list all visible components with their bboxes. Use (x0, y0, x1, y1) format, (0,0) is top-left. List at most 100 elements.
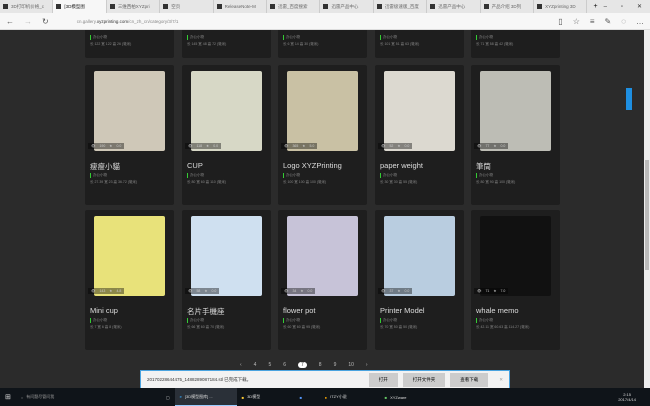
model-thumbnail[interactable] (94, 71, 165, 151)
model-card[interactable]: 办公小物长 6 宽 14 高 30 (毫米) (278, 30, 367, 58)
tab-favicon-icon (3, 4, 8, 9)
model-stats: 👁 52 ★ 0.0 (378, 143, 413, 149)
model-card[interactable]: 👁 365 ★ 5.0 Logo XYZPrinting 办公小物 长 100 宽 1… (278, 65, 367, 205)
model-card[interactable]: 👁 118 ★ 0.0 CUP 办公小物 长 80 宽 60 高 110 (毫米) (182, 65, 271, 205)
back-icon[interactable]: ← (6, 17, 14, 26)
page-link[interactable]: 6 (283, 362, 286, 368)
model-thumbnail[interactable] (480, 71, 551, 151)
refresh-icon[interactable]: ↻ (42, 17, 49, 26)
model-thumbnail[interactable] (287, 71, 358, 151)
model-stats: 👁 143 ★ 4.8 (88, 288, 125, 294)
tab-label: ReleaseNote-M (224, 4, 256, 9)
model-thumbnail[interactable] (480, 216, 551, 296)
model-card[interactable]: 办公小物长 101 宽 51 高 63 (毫米) (375, 30, 464, 58)
model-card[interactable]: 👁 77 ★ 0.0 筆筒 办公小物 长 80 宽 90 高 100 (毫米) (471, 65, 560, 205)
reading-view-icon[interactable]: ▯ (558, 17, 562, 26)
side-search-button[interactable] (626, 88, 632, 110)
page-link[interactable]: 7 (298, 362, 307, 368)
page-link[interactable]: 5 (268, 362, 271, 368)
taskbar-app-folder[interactable]: ■ 3D模型 (237, 388, 295, 406)
minimize-icon[interactable]: – (604, 4, 607, 10)
model-thumbnail[interactable] (287, 216, 358, 296)
model-title[interactable]: Printer Model (380, 306, 425, 315)
tab-label: [3D模型图 (64, 3, 85, 9)
browser-tab[interactable]: 迅雷产品中心 (427, 0, 481, 13)
maximize-icon[interactable]: ▫ (621, 4, 623, 10)
model-thumbnail[interactable] (384, 71, 455, 151)
start-button[interactable]: ⊞ (0, 388, 16, 406)
browser-tab[interactable]: ReleaseNote-M (214, 0, 268, 13)
task-view-icon[interactable]: ▢ (161, 388, 175, 406)
category-tag: 办公小物 (476, 173, 493, 178)
model-title[interactable]: whale memo (476, 306, 519, 315)
url-field[interactable]: cn.gallery.xyzprinting.com/cn_zh_cn/cate… (77, 19, 549, 24)
model-stats: 👁 34 ★ 0.0 (281, 288, 316, 294)
page-link[interactable]: 8 (319, 362, 322, 368)
model-card[interactable]: 👁 52 ★ 0.0 paper weight 办公小物 长 30 宽 30 高 55… (375, 65, 464, 205)
download-bar: 20170228644475_1488289087184.stl 已完成下载。 … (140, 370, 510, 390)
rating: 0.0 (211, 289, 217, 293)
model-stats: 👁 37 ★ 0.0 (378, 288, 413, 294)
scrollbar[interactable] (644, 30, 650, 388)
browser-tab[interactable]: 迅雷产品中心 (320, 0, 374, 13)
next-page-icon[interactable]: › (366, 362, 368, 368)
dimensions: 长 60 宽 60 高 95 (毫米) (283, 325, 321, 329)
eye-icon: 👁 (91, 289, 96, 293)
model-card[interactable]: 👁 34 ★ 0.0 flower pot 办公小物 长 60 宽 60 高 95 (… (278, 210, 367, 350)
model-title[interactable]: 筆筒 (476, 161, 491, 172)
model-card[interactable]: 👁 143 ★ 4.8 Mini cup 办公小物 长 7 宽 6 高 8 (毫米) (85, 210, 174, 350)
model-title[interactable]: CUP (187, 161, 203, 170)
browser-tab[interactable]: 空页 (160, 0, 214, 13)
model-title[interactable]: flower pot (283, 306, 316, 315)
model-card[interactable]: 👁 190 ★ 0.0 瘦瘦小貓 办公小物 长 27.39 宽 23 高 36.72 … (85, 65, 174, 205)
model-thumbnail[interactable] (191, 71, 262, 151)
browser-tab[interactable]: 三维西柏XYZpri (107, 0, 161, 13)
model-card[interactable]: 👁 37 ★ 0.0 Printer Model 办公小物 长 70 宽 50 高 5… (375, 210, 464, 350)
browser-tab[interactable]: 迅雷_百度搜索 (267, 0, 321, 13)
category-tag: 办公小物 (90, 173, 107, 178)
browser-tab[interactable]: 3D打印机价格_c (0, 0, 54, 13)
model-card[interactable]: 办公小物长 145 宽 48 高 72 (毫米) (182, 30, 271, 58)
clock[interactable]: 2:15 2017/4/14 (618, 392, 650, 402)
open-button[interactable]: 打开 (368, 373, 398, 387)
model-card[interactable]: 👁 58 ★ 0.0 名片手機座 办公小物 长 66 宽 60 高 70 (毫米) (182, 210, 271, 350)
note-icon[interactable]: ✎ (605, 17, 612, 26)
model-title[interactable]: 瘦瘦小貓 (90, 161, 120, 172)
hub-icon[interactable]: ≡ (590, 17, 595, 26)
forward-icon[interactable]: → (24, 17, 32, 26)
open-folder-button[interactable]: 打开文件夹 (402, 373, 446, 387)
model-thumbnail[interactable] (94, 216, 165, 296)
browser-tab[interactable]: 迅雷极速版_百度 (374, 0, 428, 13)
browser-tab[interactable]: [3D模型图 (53, 0, 107, 13)
taskbar-app-itzy[interactable]: ● ITZY小说 (320, 388, 380, 406)
model-card[interactable]: 办公小物长 122 宽 122 高 26 (毫米) (85, 30, 174, 58)
model-title[interactable]: Logo XYZPrinting (283, 161, 342, 170)
page-link[interactable]: 9 (334, 362, 337, 368)
prev-page-icon[interactable]: ‹ (240, 362, 242, 368)
taskbar-app-xyzware[interactable]: ■ XYZware (380, 388, 440, 406)
category-tag: 办公小物 (283, 35, 300, 40)
taskbar-app-edge[interactable]: e [3D模型图库] ... (174, 388, 237, 406)
cortana-search[interactable]: ○ 有问题尽管问我 (16, 388, 116, 406)
model-thumbnail[interactable] (191, 216, 262, 296)
model-card[interactable]: 👁 71 ★ 7.0 whale memo 办公小物 长 42.11 宽 60.63 … (471, 210, 560, 350)
new-tab-icon[interactable]: + (587, 0, 603, 13)
close-icon[interactable]: ✕ (499, 377, 503, 383)
share-icon[interactable]: ◌ (621, 17, 626, 26)
star-icon: ★ (302, 144, 306, 148)
close-window-icon[interactable]: ✕ (637, 3, 642, 10)
favorite-star-icon[interactable]: ☆ (573, 17, 580, 26)
taskbar-app-icon[interactable]: ■ (295, 388, 320, 406)
model-card[interactable]: 办公小物长 71 宽 58 高 42 (毫米) (471, 30, 560, 58)
model-title[interactable]: Mini cup (90, 306, 118, 315)
download-filename: 20170228644475_1488289087184.stl 已完成下载。 (147, 377, 252, 382)
browser-tab[interactable]: XYZprinting 3D (534, 0, 588, 13)
view-downloads-button[interactable]: 查看下载 (450, 373, 489, 387)
model-title[interactable]: 名片手機座 (187, 306, 225, 317)
page-link[interactable]: 10 (348, 362, 354, 368)
page-link[interactable]: 4 (254, 362, 257, 368)
more-icon[interactable]: … (636, 17, 644, 26)
model-thumbnail[interactable] (384, 216, 455, 296)
browser-tab[interactable]: 产品介绍 3D列 (481, 0, 535, 13)
model-title[interactable]: paper weight (380, 161, 423, 170)
